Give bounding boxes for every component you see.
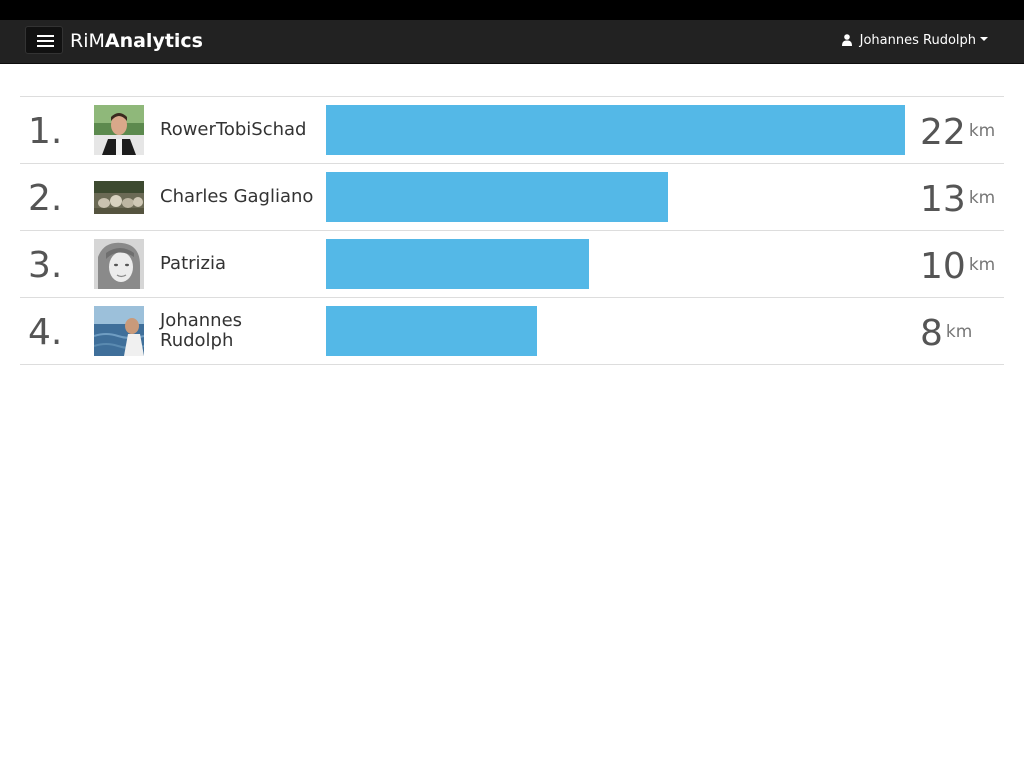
distance-value: 8 km [920, 313, 973, 354]
caret-down-icon [980, 37, 988, 41]
menu-toggle-button[interactable] [25, 26, 63, 54]
brand-logo[interactable]: RiMAnalytics [70, 30, 203, 53]
rank-number: 2. [28, 178, 63, 219]
leaderboard-row: 4. Johannes Rudolph 8 km [20, 298, 1004, 365]
avatar[interactable] [94, 239, 144, 289]
rank-number: 3. [28, 245, 63, 286]
rank-number: 1. [28, 111, 63, 152]
leaderboard: 1. RowerTobiSchad 22 km 2. Charles Gagli… [20, 96, 1004, 365]
user-name: Johannes Rudolph [859, 33, 976, 48]
avatar[interactable] [94, 306, 144, 356]
navbar: RiMAnalytics Johannes Rudolph [0, 20, 1024, 64]
avatar[interactable] [94, 105, 144, 155]
distance-value: 22 km [920, 112, 996, 153]
distance-unit: km [968, 188, 996, 208]
distance-bar [326, 306, 537, 356]
distance-value: 13 km [920, 179, 996, 220]
distance-bar [326, 172, 669, 222]
window-top-strip [0, 0, 1024, 20]
avatar[interactable] [94, 181, 144, 214]
rower-name[interactable]: RowerTobiSchad [160, 97, 320, 163]
leaderboard-row: 1. RowerTobiSchad 22 km [20, 97, 1004, 164]
leaderboard-row: 3. Patrizia 10 km [20, 231, 1004, 298]
rower-name[interactable]: Patrizia [160, 231, 320, 297]
distance-bar [326, 105, 905, 155]
distance-unit: km [968, 255, 996, 275]
distance-unit: km [945, 322, 973, 342]
brand-prefix: RiM [70, 30, 105, 52]
rower-name[interactable]: Charles Gagliano [160, 164, 320, 230]
brand-suffix: Analytics [104, 30, 203, 52]
distance-bar-track [326, 105, 905, 155]
user-menu-dropdown[interactable]: Johannes Rudolph [841, 32, 988, 50]
distance-bar-track [326, 172, 905, 222]
distance-bar [326, 239, 590, 289]
rank-number: 4. [28, 312, 63, 353]
distance-value: 10 km [920, 246, 996, 287]
leaderboard-row: 2. Charles Gagliano 13 km [20, 164, 1004, 231]
distance-unit: km [968, 121, 996, 141]
rower-name[interactable]: Johannes Rudolph [160, 298, 320, 364]
distance-bar-track [326, 306, 905, 356]
distance-bar-track [326, 239, 905, 289]
user-icon [841, 34, 852, 46]
